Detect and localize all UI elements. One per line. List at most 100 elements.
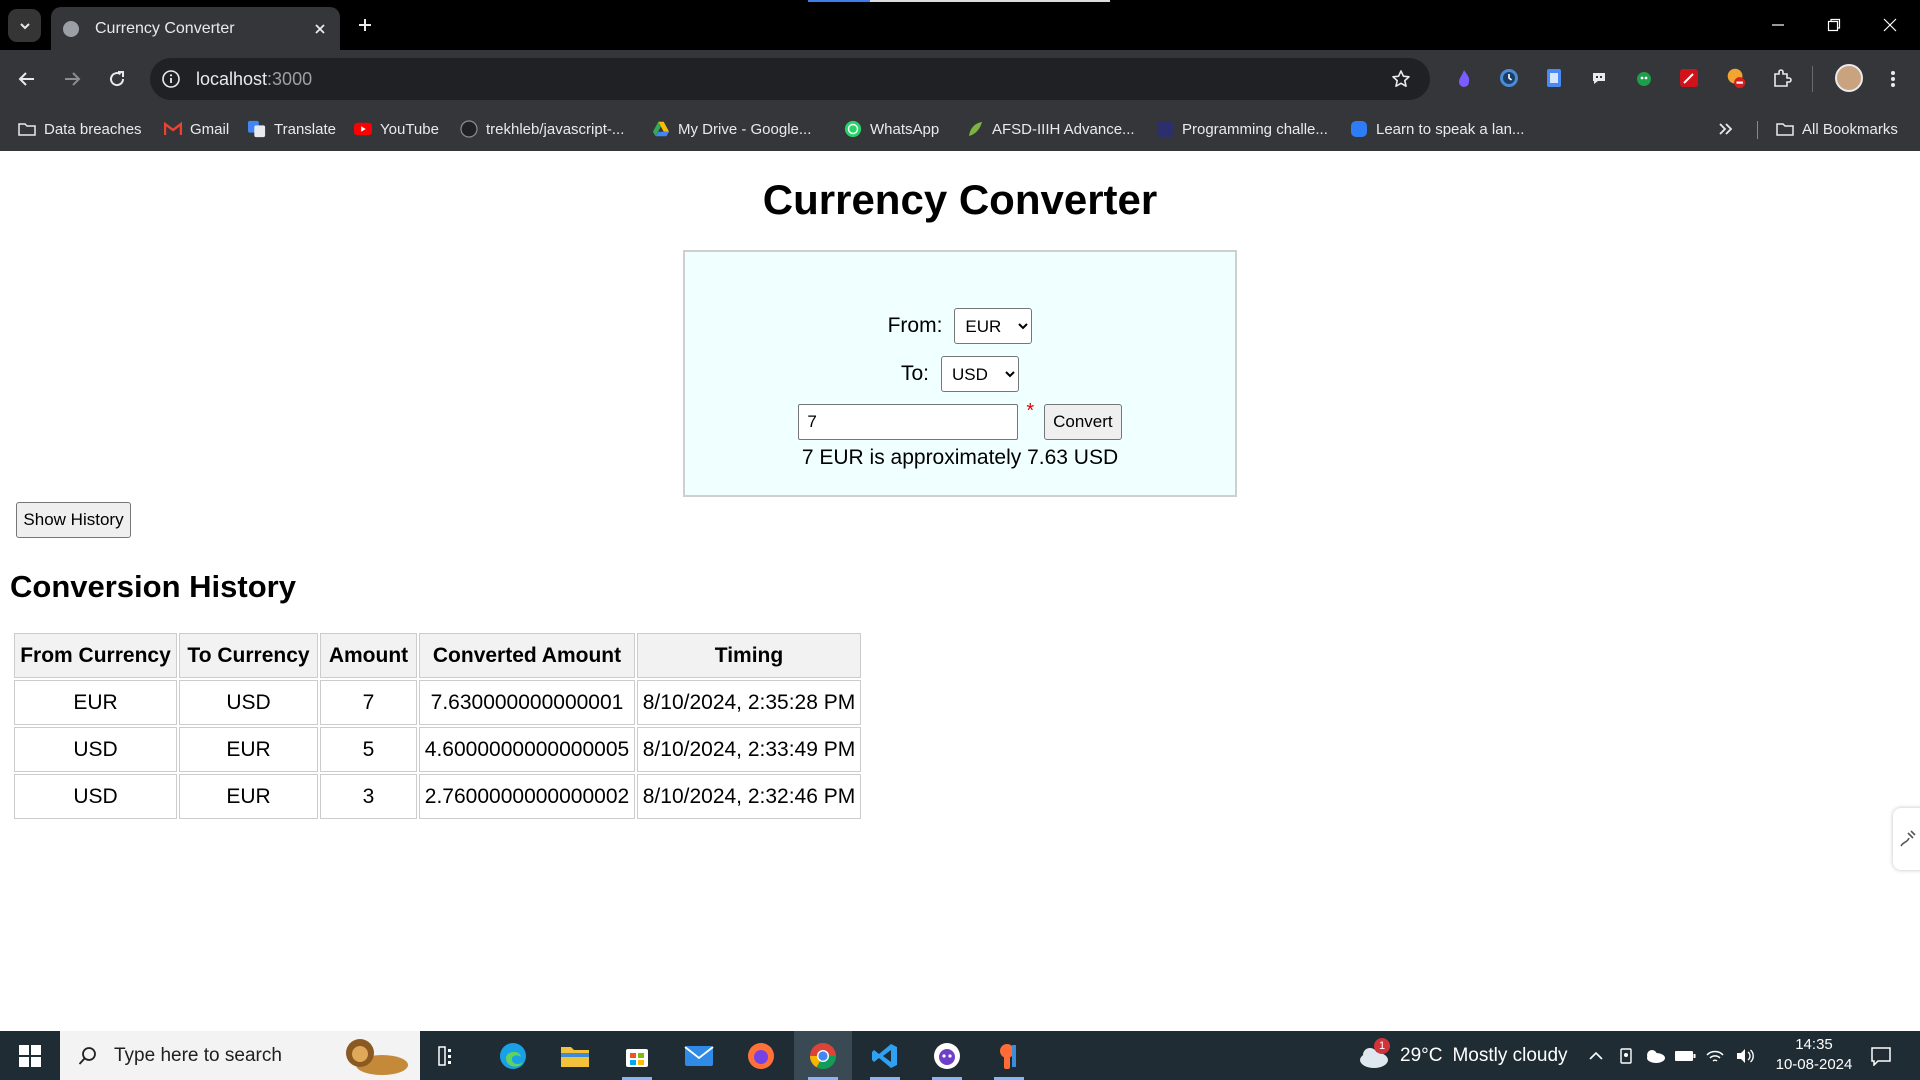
- extension-flame-icon[interactable]: [1452, 66, 1476, 90]
- table-row: USD EUR 5 4.6000000000000005 8/10/2024, …: [14, 727, 861, 772]
- extension-document-icon[interactable]: [1542, 66, 1566, 90]
- task-view-button[interactable]: [420, 1031, 478, 1080]
- pen-squiggle-icon: [1900, 830, 1916, 847]
- globe-icon: [63, 20, 79, 37]
- site-info-icon[interactable]: [160, 68, 182, 90]
- bookmarks-divider: [1757, 121, 1758, 139]
- extensions-puzzle-icon[interactable]: [1770, 66, 1794, 90]
- from-currency-select[interactable]: EUR: [954, 308, 1033, 344]
- extension-chat-icon[interactable]: [1587, 66, 1611, 90]
- taskbar-postman[interactable]: [980, 1031, 1038, 1080]
- loading-bar-fill: [808, 0, 870, 2]
- all-bookmarks-button[interactable]: All Bookmarks: [1776, 118, 1898, 140]
- start-button[interactable]: [0, 1031, 60, 1080]
- volume-icon[interactable]: [1733, 1044, 1757, 1068]
- bookmark-afsd[interactable]: AFSD-IIIH Advance...: [966, 118, 1135, 140]
- taskbar-edge[interactable]: [484, 1031, 542, 1080]
- from-label: From:: [887, 314, 943, 337]
- to-currency-select[interactable]: USD: [941, 356, 1019, 392]
- taskbar-file-explorer[interactable]: [546, 1031, 604, 1080]
- clock-time: 14:35: [1795, 1036, 1833, 1053]
- show-hidden-icons-button[interactable]: [1584, 1044, 1608, 1068]
- restore-button[interactable]: [1806, 0, 1862, 50]
- address-bar[interactable]: localhost:3000: [150, 58, 1430, 100]
- cell-timing: 8/10/2024, 2:35:28 PM: [637, 680, 861, 725]
- clock-date: 10-08-2024: [1775, 1056, 1853, 1073]
- minimize-button[interactable]: [1750, 0, 1806, 50]
- tab-close-button[interactable]: [310, 19, 330, 39]
- convert-button[interactable]: Convert: [1044, 404, 1122, 440]
- weather-widget[interactable]: 1 29°C Mostly cloudy: [1356, 1031, 1568, 1080]
- url-host: localhost: [196, 68, 268, 89]
- mail-icon: [684, 1045, 714, 1066]
- result-row: 7 EUR is approximately 7.63 USD: [685, 446, 1235, 470]
- extension-recorder-icon[interactable]: [1724, 66, 1748, 90]
- bookmarks-overflow-button[interactable]: [1714, 118, 1738, 140]
- taskbar-firefox[interactable]: [732, 1031, 790, 1080]
- show-history-button[interactable]: Show History: [16, 502, 131, 538]
- tray-meet-icon[interactable]: [1614, 1044, 1638, 1068]
- window-close-button[interactable]: [1862, 0, 1918, 50]
- extension-green-icon[interactable]: [1632, 66, 1656, 90]
- bookmark-youtube[interactable]: YouTube: [354, 118, 439, 140]
- tab-search-button[interactable]: [8, 9, 41, 42]
- taskbar-microsoft-store[interactable]: [608, 1031, 666, 1080]
- taskbar-github-desktop[interactable]: [918, 1031, 976, 1080]
- close-icon: [315, 23, 325, 34]
- bookmark-github[interactable]: trekhleb/javascript-...: [460, 118, 624, 140]
- github-icon: [460, 120, 478, 138]
- amount-input[interactable]: [798, 404, 1019, 440]
- taskbar-search-box[interactable]: Type here to search: [60, 1031, 420, 1080]
- restore-icon: [1827, 18, 1841, 32]
- search-placeholder: Type here to search: [114, 1044, 282, 1066]
- reload-icon: [110, 71, 125, 87]
- profile-avatar[interactable]: [1835, 64, 1863, 92]
- lion-illustration-icon: [346, 1039, 408, 1075]
- required-indicator: *: [1026, 400, 1035, 422]
- notification-center-button[interactable]: [1868, 1043, 1894, 1069]
- bookmark-translate[interactable]: Translate: [248, 118, 336, 140]
- gmail-icon: [164, 120, 182, 138]
- leaf-icon: [966, 120, 984, 138]
- side-panel-handle[interactable]: [1893, 808, 1920, 870]
- onedrive-cloud-icon[interactable]: [1643, 1044, 1667, 1068]
- new-tab-button[interactable]: [352, 12, 378, 38]
- taskbar-chrome[interactable]: [794, 1031, 852, 1080]
- wifi-icon[interactable]: [1703, 1044, 1727, 1068]
- bookmark-my-drive[interactable]: My Drive - Google...: [652, 118, 811, 140]
- table-header-row: From Currency To Currency Amount Convert…: [14, 633, 861, 678]
- browser-menu-button[interactable]: [1880, 64, 1906, 94]
- reload-button[interactable]: [100, 62, 134, 96]
- amount-row: * Convert: [685, 400, 1235, 440]
- github-desktop-icon: [934, 1042, 960, 1069]
- to-row: To: USD: [685, 356, 1235, 392]
- drive-icon: [652, 120, 670, 138]
- column-header-to-currency: To Currency: [179, 633, 318, 678]
- back-button[interactable]: [10, 62, 44, 96]
- bookmark-whatsapp[interactable]: WhatsApp: [844, 118, 939, 140]
- minimize-icon: [1772, 24, 1784, 26]
- tab-title: Currency Converter: [95, 19, 235, 37]
- page-title: Currency Converter: [762, 176, 1158, 223]
- language-icon: [1350, 120, 1368, 138]
- extension-clock-icon[interactable]: [1497, 66, 1521, 90]
- bookmark-gmail[interactable]: Gmail: [164, 118, 229, 140]
- weather-temperature: 29°C: [1400, 1044, 1443, 1066]
- taskbar-vscode[interactable]: [856, 1031, 914, 1080]
- cell-amount: 3: [320, 774, 417, 819]
- extension-pen-icon[interactable]: [1677, 66, 1701, 90]
- weather-alert-badge: 1: [1374, 1037, 1390, 1054]
- browser-tab-active[interactable]: Currency Converter: [51, 7, 340, 50]
- from-row: From: EUR: [685, 308, 1235, 344]
- url-port: :3000: [267, 68, 313, 89]
- cell-from-currency: USD: [14, 774, 177, 819]
- chevron-down-icon: [19, 22, 30, 29]
- bookmark-data-breaches[interactable]: Data breaches: [18, 118, 142, 140]
- taskbar-mail[interactable]: [670, 1031, 728, 1080]
- bookmark-programming-challenges[interactable]: Programming challe...: [1156, 118, 1328, 140]
- battery-icon[interactable]: [1673, 1044, 1697, 1068]
- bookmark-star-button[interactable]: [1390, 68, 1412, 90]
- taskbar-clock[interactable]: 14:35 10-08-2024: [1764, 1035, 1864, 1075]
- bookmark-learn-to-speak[interactable]: Learn to speak a lan...: [1350, 118, 1524, 140]
- forward-button[interactable]: [55, 62, 89, 96]
